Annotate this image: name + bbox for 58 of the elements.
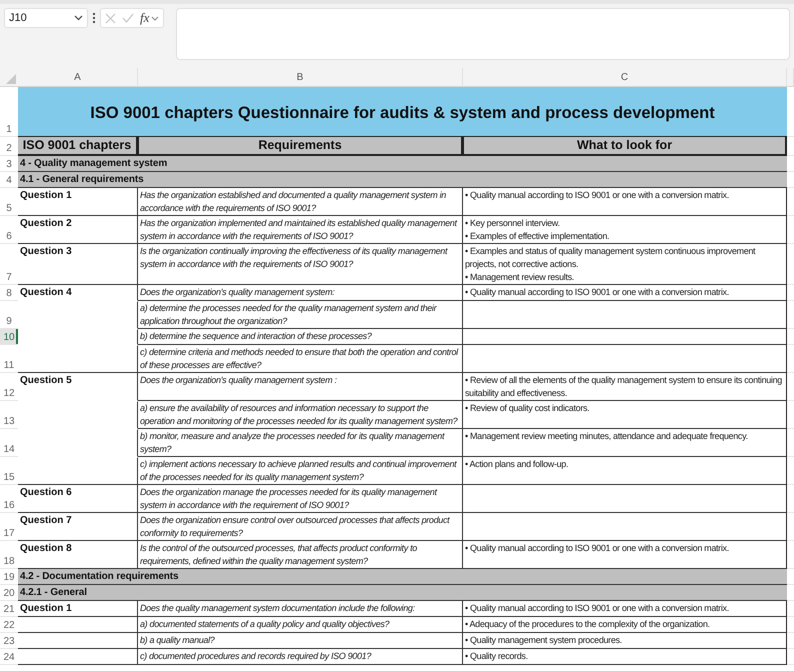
column-header[interactable] bbox=[787, 68, 794, 87]
column-header[interactable]: A bbox=[18, 68, 138, 87]
table-cell: • Key personnel interview. • Examples of effective implementation. bbox=[463, 216, 787, 244]
table-cell: Question 6 bbox=[18, 485, 138, 513]
formula-input[interactable] bbox=[176, 8, 790, 60]
column-heading: Requirements bbox=[138, 137, 463, 156]
table-cell: Does the quality management system documentation include the following: bbox=[138, 601, 463, 617]
table-cell: Has the organization established and documented a quality management system in accordance with the requirements of ISO 9001? bbox=[138, 188, 463, 216]
section-heading: 4.2.1 - General bbox=[18, 585, 787, 601]
column-heading: ISO 9001 chapters bbox=[18, 137, 138, 156]
table-cell: • Quality records. bbox=[463, 649, 787, 665]
caret-icon bbox=[74, 15, 83, 21]
table-cell: • Quality manual according to ISO 9001 or one with a conversion matrix. bbox=[463, 601, 787, 617]
check-icon[interactable] bbox=[122, 13, 134, 23]
name-box[interactable]: J10 bbox=[4, 8, 88, 28]
select-all-icon[interactable] bbox=[6, 74, 16, 84]
caret-icon bbox=[151, 16, 160, 20]
table-cell: Is the organization continually improving the effectiveness of its quality management system in accordance with the requirements of ISO 9001? bbox=[138, 244, 463, 285]
table-cell: b) determine the sequence and interaction of these processes? bbox=[138, 329, 463, 345]
cancel-icon[interactable] bbox=[105, 12, 116, 24]
table-cell: • Quality manual according to ISO 9001 or one with a conversion matrix. bbox=[463, 285, 787, 301]
row-number[interactable]: 10 bbox=[0, 329, 18, 345]
table-cell: • Review of quality cost indicators. bbox=[463, 401, 787, 429]
table-cell: a) determine the processes needed for the quality management system and their application throughout the organization? bbox=[138, 301, 463, 329]
sheet-title: ISO 9001 chapters Questionnaire for audits & system and process development bbox=[18, 87, 787, 137]
section-heading: 4.1 - General requirements bbox=[18, 172, 787, 188]
table-cell: Does the organization manage the processes needed for its quality management system in accordance with the requirement of ISO 9001? bbox=[138, 485, 463, 513]
table-cell: Question 2 bbox=[18, 216, 138, 244]
table-cell: a) documented statements of a quality policy and quality objectives? bbox=[138, 617, 463, 633]
table-cell: Question 4 bbox=[18, 285, 138, 301]
table-cell: c) implement actions necessary to achieve planned results and continual improvement of the processes needed for its quality management system? bbox=[138, 457, 463, 485]
table-cell: • Review of all the elements of the quality management system to ensure its continuing suitability and effectiveness. bbox=[463, 373, 787, 401]
table-cell: • Quality manual according to ISO 9001 or one with a conversion matrix. bbox=[463, 188, 787, 216]
table-cell: c) determine criteria and methods needed to ensure that both the operation and control of these processes are effective? bbox=[138, 345, 463, 373]
column-header[interactable]: B bbox=[138, 68, 463, 87]
column-header[interactable]: C bbox=[463, 68, 787, 87]
table-cell: b) monitor, measure and analyze the processes needed for its quality management system? bbox=[138, 429, 463, 457]
table-cell: • Quality management system procedures. bbox=[463, 633, 787, 649]
table-cell: c) documented procedures and records required by ISO 9001? bbox=[138, 649, 463, 665]
table-cell: • Examples and status of quality management system continuous improvement projects, not corrective actions. • Management review results. bbox=[463, 244, 787, 285]
table-cell: Question 1 bbox=[18, 188, 138, 216]
table-cell: Question 7 bbox=[18, 513, 138, 541]
table-cell: Does the organization’s quality management system: bbox=[138, 285, 463, 301]
table-cell: a) ensure the availability of resources and information necessary to support the operation and monitoring of the processes needed for its quality management system? bbox=[138, 401, 463, 429]
table-cell: Does the organization’s quality management system : bbox=[138, 373, 463, 401]
table-cell: • Management review meeting minutes, attendance and adequate frequency. bbox=[463, 429, 787, 457]
table-cell: Question 1 bbox=[18, 601, 138, 617]
section-heading: 4 - Quality management system bbox=[18, 156, 787, 172]
table-cell: Does the organization ensure control over outsourced processes that affects product conformity to requirements? bbox=[138, 513, 463, 541]
table-cell: • Action plans and follow-up. bbox=[463, 457, 787, 485]
table-cell: b) a quality manual? bbox=[138, 633, 463, 649]
table-cell: Question 3 bbox=[18, 244, 138, 285]
more-options-icon[interactable] bbox=[92, 11, 96, 25]
table-cell: • Adequacy of the procedures to the complexity of the organization. bbox=[463, 617, 787, 633]
table-cell: Has the organization implemented and maintained its established quality management system in accordance with the requirements of ISO 9001? bbox=[138, 216, 463, 244]
table-cell: Question 5 bbox=[18, 373, 138, 401]
column-heading: What to look for bbox=[463, 137, 787, 156]
section-heading: 4.2 - Documentation requirements bbox=[18, 569, 787, 585]
